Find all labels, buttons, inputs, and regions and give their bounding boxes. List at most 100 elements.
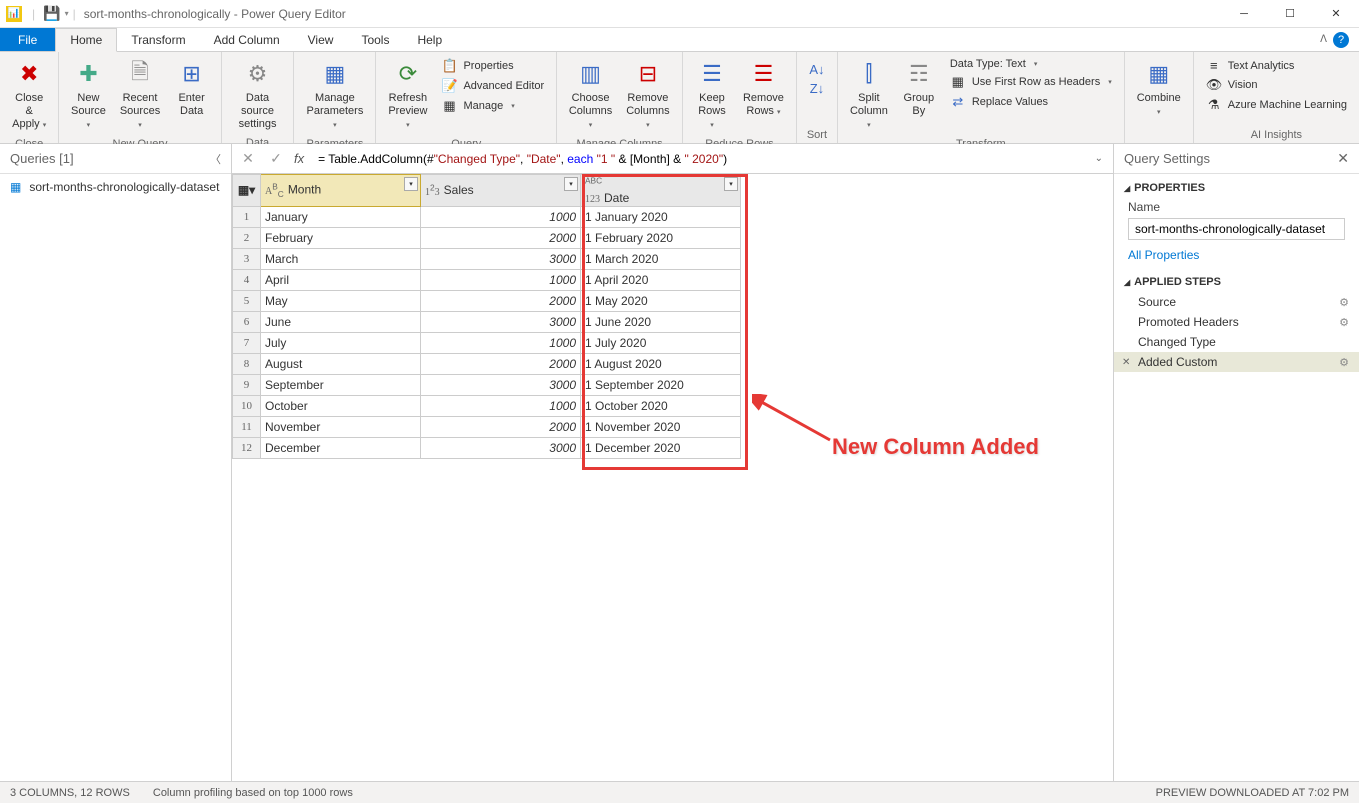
column-dropdown-icon[interactable]: ▾ bbox=[564, 177, 578, 191]
cell-sales[interactable]: 1000 bbox=[421, 206, 581, 227]
cell-month[interactable]: December bbox=[261, 437, 421, 458]
keep-rows-button[interactable]: ☰Keep Rows ▾ bbox=[689, 54, 735, 136]
cell-month[interactable]: May bbox=[261, 290, 421, 311]
grid-corner[interactable]: ▦▾ bbox=[233, 175, 261, 207]
manage-button[interactable]: ▦Manage▾ bbox=[435, 96, 550, 116]
data-source-settings-button[interactable]: ⚙Data source settings bbox=[228, 54, 288, 135]
cell-date[interactable]: 1 August 2020 bbox=[581, 353, 741, 374]
cell-month[interactable]: November bbox=[261, 416, 421, 437]
enter-data-button[interactable]: ⊞Enter Data bbox=[169, 54, 215, 122]
row-number[interactable]: 3 bbox=[233, 248, 261, 269]
cell-month[interactable]: January bbox=[261, 206, 421, 227]
tab-help[interactable]: Help bbox=[403, 28, 456, 51]
cell-date[interactable]: 1 November 2020 bbox=[581, 416, 741, 437]
delete-step-icon[interactable]: ✕ bbox=[1122, 357, 1130, 368]
row-number[interactable]: 8 bbox=[233, 353, 261, 374]
cell-date[interactable]: 1 July 2020 bbox=[581, 332, 741, 353]
remove-columns-button[interactable]: ⊟Remove Columns ▾ bbox=[620, 54, 676, 136]
table-row[interactable]: 3March30001 March 2020 bbox=[233, 248, 741, 269]
all-properties-link[interactable]: All Properties bbox=[1114, 242, 1359, 268]
text-analytics-button[interactable]: ≡Text Analytics bbox=[1200, 56, 1353, 75]
cell-date[interactable]: 1 September 2020 bbox=[581, 374, 741, 395]
table-row[interactable]: 6June30001 June 2020 bbox=[233, 311, 741, 332]
cell-sales[interactable]: 2000 bbox=[421, 353, 581, 374]
cell-sales[interactable]: 2000 bbox=[421, 290, 581, 311]
fx-icon[interactable]: fx bbox=[294, 151, 304, 166]
applied-step[interactable]: ✕Added Custom⚙ bbox=[1114, 352, 1359, 372]
row-number[interactable]: 2 bbox=[233, 227, 261, 248]
cell-date[interactable]: 1 June 2020 bbox=[581, 311, 741, 332]
advanced-editor-button[interactable]: 📝Advanced Editor bbox=[435, 76, 550, 96]
minimize-button[interactable]: ─ bbox=[1221, 0, 1267, 28]
combine-button[interactable]: ▦Combine▾ bbox=[1131, 54, 1187, 123]
new-source-button[interactable]: ✚New Source ▾ bbox=[65, 54, 111, 136]
row-number[interactable]: 6 bbox=[233, 311, 261, 332]
sort-asc-button[interactable]: A↓ bbox=[803, 60, 831, 79]
recent-sources-button[interactable]: 🗎Recent Sources ▾ bbox=[113, 54, 166, 136]
tab-tools[interactable]: Tools bbox=[347, 28, 403, 51]
table-row[interactable]: 11November20001 November 2020 bbox=[233, 416, 741, 437]
azure-ml-button[interactable]: ⚗Azure Machine Learning bbox=[1200, 95, 1353, 115]
tab-view[interactable]: View bbox=[294, 28, 348, 51]
tab-home[interactable]: Home bbox=[55, 28, 117, 52]
replace-values-button[interactable]: ⇄Replace Values bbox=[944, 92, 1118, 112]
cell-date[interactable]: 1 January 2020 bbox=[581, 206, 741, 227]
remove-rows-button[interactable]: ☰Remove Rows ▾ bbox=[737, 54, 790, 123]
query-item[interactable]: ▦ sort-months-chronologically-dataset bbox=[0, 174, 231, 200]
row-number[interactable]: 10 bbox=[233, 395, 261, 416]
applied-step[interactable]: Source⚙ bbox=[1114, 292, 1359, 312]
cancel-formula-icon[interactable]: ✕ bbox=[238, 150, 258, 167]
step-gear-icon[interactable]: ⚙ bbox=[1339, 356, 1349, 369]
column-header-date[interactable]: ABC123Date▾ bbox=[581, 175, 741, 207]
cell-sales[interactable]: 3000 bbox=[421, 437, 581, 458]
accept-formula-icon[interactable]: ✓ bbox=[266, 150, 286, 167]
cell-sales[interactable]: 3000 bbox=[421, 311, 581, 332]
save-icon[interactable]: 💾 bbox=[43, 5, 60, 22]
refresh-preview-button[interactable]: ⟳Refresh Preview ▾ bbox=[382, 54, 433, 136]
help-icon[interactable]: ? bbox=[1333, 32, 1349, 48]
applied-step[interactable]: Changed Type bbox=[1114, 332, 1359, 352]
maximize-button[interactable]: ☐ bbox=[1267, 0, 1313, 28]
row-number[interactable]: 4 bbox=[233, 269, 261, 290]
properties-button[interactable]: 📋Properties bbox=[435, 56, 550, 76]
table-row[interactable]: 1January10001 January 2020 bbox=[233, 206, 741, 227]
table-row[interactable]: 7July10001 July 2020 bbox=[233, 332, 741, 353]
cell-month[interactable]: July bbox=[261, 332, 421, 353]
cell-sales[interactable]: 1000 bbox=[421, 395, 581, 416]
data-type-button[interactable]: Data Type: Text▾ bbox=[944, 56, 1118, 72]
column-dropdown-icon[interactable]: ▾ bbox=[724, 177, 738, 191]
applied-steps-header[interactable]: ◢APPLIED STEPS bbox=[1114, 268, 1359, 292]
expand-formula-icon[interactable]: ⌄ bbox=[1091, 153, 1107, 164]
cell-date[interactable]: 1 October 2020 bbox=[581, 395, 741, 416]
row-number[interactable]: 5 bbox=[233, 290, 261, 311]
row-number[interactable]: 11 bbox=[233, 416, 261, 437]
cell-sales[interactable]: 3000 bbox=[421, 374, 581, 395]
formula-input[interactable]: = Table.AddColumn(#"Changed Type", "Date… bbox=[312, 150, 1082, 168]
table-row[interactable]: 9September30001 September 2020 bbox=[233, 374, 741, 395]
table-row[interactable]: 12December30001 December 2020 bbox=[233, 437, 741, 458]
table-row[interactable]: 8August20001 August 2020 bbox=[233, 353, 741, 374]
step-gear-icon[interactable]: ⚙ bbox=[1339, 316, 1349, 329]
cell-month[interactable]: June bbox=[261, 311, 421, 332]
tab-file[interactable]: File bbox=[0, 28, 55, 51]
query-name-input[interactable] bbox=[1128, 218, 1345, 240]
close-settings-icon[interactable]: ✕ bbox=[1337, 150, 1349, 167]
first-row-headers-button[interactable]: ▦Use First Row as Headers▾ bbox=[944, 72, 1118, 92]
properties-section-header[interactable]: ◢PROPERTIES bbox=[1114, 174, 1359, 198]
table-row[interactable]: 10October10001 October 2020 bbox=[233, 395, 741, 416]
vision-button[interactable]: 👁Vision bbox=[1200, 75, 1353, 95]
cell-month[interactable]: April bbox=[261, 269, 421, 290]
table-row[interactable]: 5May20001 May 2020 bbox=[233, 290, 741, 311]
collapse-queries-icon[interactable]: 〈 bbox=[210, 151, 221, 167]
sort-desc-button[interactable]: Z↓ bbox=[803, 79, 831, 98]
manage-parameters-button[interactable]: ▦Manage Parameters ▾ bbox=[300, 54, 369, 136]
close-window-button[interactable]: ✕ bbox=[1313, 0, 1359, 28]
cell-date[interactable]: 1 December 2020 bbox=[581, 437, 741, 458]
step-gear-icon[interactable]: ⚙ bbox=[1339, 296, 1349, 309]
cell-date[interactable]: 1 May 2020 bbox=[581, 290, 741, 311]
group-by-button[interactable]: ☶Group By bbox=[896, 54, 942, 122]
row-number[interactable]: 1 bbox=[233, 206, 261, 227]
row-number[interactable]: 7 bbox=[233, 332, 261, 353]
table-row[interactable]: 4April10001 April 2020 bbox=[233, 269, 741, 290]
tab-transform[interactable]: Transform bbox=[117, 28, 199, 51]
